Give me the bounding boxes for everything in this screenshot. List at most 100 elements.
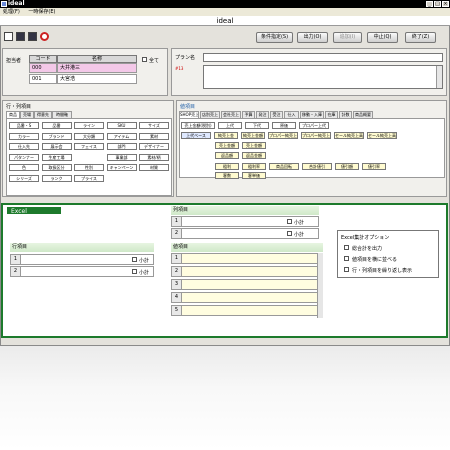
- value-item[interactable]: 上代: [218, 122, 242, 129]
- value-items-scrollbar[interactable]: [317, 253, 323, 318]
- rowcol-item[interactable]: パタンナー: [9, 153, 39, 161]
- value-item-row[interactable]: 4: [171, 292, 323, 303]
- close-icon[interactable]: ×: [442, 1, 449, 7]
- value-tab[interactable]: 在庫: [325, 111, 338, 118]
- staff-name[interactable]: 大宮浩: [57, 74, 137, 84]
- subtotal-checkbox[interactable]: [132, 269, 137, 274]
- value-item[interactable]: 返品金額: [242, 152, 266, 159]
- staff-code[interactable]: 000: [29, 63, 57, 73]
- value-item[interactable]: 純売上金額: [241, 132, 265, 139]
- staff-name[interactable]: 大井港三: [57, 63, 137, 73]
- rowcol-item[interactable]: サイズ: [139, 122, 169, 129]
- tab-store[interactable]: 売場: [20, 111, 34, 118]
- value-tab[interactable]: 発注: [256, 111, 269, 118]
- rowcol-item[interactable]: 展示会: [41, 143, 72, 150]
- value-item[interactable]: 客単価: [242, 172, 266, 179]
- subtotal-checkbox[interactable]: [287, 219, 292, 224]
- new-icon[interactable]: [4, 32, 13, 41]
- maximize-icon[interactable]: □: [434, 1, 441, 7]
- value-tab[interactable]: 商品概要: [353, 111, 373, 118]
- rowcol-item[interactable]: 仕入先: [9, 143, 39, 150]
- add-button[interactable]: 追加(I): [333, 32, 362, 43]
- cancel-button[interactable]: 中止(Q): [367, 32, 398, 43]
- value-item-row[interactable]: 1: [171, 253, 323, 264]
- row-item-row[interactable]: 1 小計: [10, 254, 154, 265]
- subtotal-checkbox[interactable]: [132, 257, 137, 262]
- value-item[interactable]: プロパー純売上高: [301, 132, 331, 139]
- rowcol-item[interactable]: 大分類: [74, 132, 104, 140]
- value-item[interactable]: 客数: [215, 172, 239, 179]
- memo-scrollbar[interactable]: [436, 66, 442, 88]
- stop-icon[interactable]: [40, 32, 49, 41]
- menu-process[interactable]: 処理(F): [3, 9, 20, 15]
- tab-customer[interactable]: 得意先: [34, 111, 52, 118]
- value-tab[interactable]: 移動・入庫: [300, 111, 324, 118]
- value-tab[interactable]: 店別売上: [200, 111, 220, 118]
- minimize-icon[interactable]: _: [426, 1, 433, 7]
- rowcol-item[interactable]: 部門: [106, 143, 137, 150]
- value-item[interactable]: 売上金額: [242, 142, 266, 149]
- value-item[interactable]: プロパー純売上高: [268, 132, 298, 139]
- rowcol-item[interactable]: フェイス: [74, 143, 104, 150]
- all-checkbox[interactable]: [142, 57, 147, 62]
- rowcol-item[interactable]: 素材: [139, 132, 169, 140]
- menu-temp-save[interactable]: 一時保存(E): [28, 9, 55, 15]
- save-icon[interactable]: [16, 32, 25, 41]
- rowcol-item[interactable]: 生産工場: [41, 153, 72, 161]
- condition-button[interactable]: 条件指定(S): [256, 32, 293, 43]
- grand-total-checkbox[interactable]: [344, 245, 349, 250]
- rowcol-item[interactable]: 材質: [139, 164, 169, 171]
- save-as-icon[interactable]: [28, 32, 37, 41]
- rowcol-item[interactable]: カラー: [9, 132, 39, 140]
- value-item[interactable]: セール純売上高: [367, 132, 397, 139]
- value-item[interactable]: 値引額: [335, 163, 359, 170]
- value-item[interactable]: 返品額: [215, 152, 239, 159]
- value-item-row[interactable]: 2: [171, 266, 323, 277]
- value-item[interactable]: 上代ベース: [181, 132, 211, 139]
- rowcol-item[interactable]: 色: [9, 164, 39, 171]
- rowcol-item[interactable]: 品番・S: [9, 122, 39, 129]
- col-item-row[interactable]: 2 小計: [171, 228, 319, 239]
- rowcol-item[interactable]: 事業部: [106, 153, 137, 161]
- value-item[interactable]: 粗利: [215, 163, 239, 170]
- exit-button[interactable]: 終了(Z): [405, 32, 436, 43]
- output-button[interactable]: 出力(O): [297, 32, 328, 43]
- row-item-row[interactable]: 2 小計: [10, 266, 154, 277]
- value-item[interactable]: 粗利率: [242, 163, 266, 170]
- repeat-items-checkbox[interactable]: [344, 267, 349, 272]
- value-tab[interactable]: SHOP売上: [179, 111, 199, 118]
- rowcol-item[interactable]: SKU: [106, 122, 137, 129]
- rowcol-item[interactable]: ブランド: [41, 132, 72, 140]
- rowcol-item[interactable]: デザイナー: [139, 143, 169, 150]
- subtotal-checkbox[interactable]: [287, 231, 292, 236]
- rowcol-item[interactable]: ライン: [74, 122, 104, 129]
- rowcol-item[interactable]: アイテム: [106, 132, 137, 140]
- plan-memo-input[interactable]: [203, 65, 443, 89]
- tab-product[interactable]: 商品: [6, 111, 20, 118]
- tab-timeline[interactable]: 時間軸: [52, 111, 72, 118]
- value-item[interactable]: 値引率: [362, 163, 386, 170]
- plan-name-input[interactable]: [203, 53, 443, 62]
- col-item-row[interactable]: 1 小計: [171, 216, 319, 227]
- value-item-row[interactable]: 5: [171, 305, 323, 316]
- rowcol-item[interactable]: 性別: [74, 164, 104, 171]
- values-horizontal-checkbox[interactable]: [344, 256, 349, 261]
- value-item[interactable]: 商品回転: [269, 163, 299, 170]
- value-item[interactable]: 売上金額(税別): [181, 122, 215, 129]
- value-item[interactable]: 合計値引: [302, 163, 332, 170]
- rowcol-item[interactable]: キャンペーン: [106, 164, 137, 171]
- rowcol-item[interactable]: シリーズ: [9, 174, 39, 182]
- value-item[interactable]: セール純売上高: [334, 132, 364, 139]
- value-tab[interactable]: 仕入: [284, 111, 299, 118]
- value-item[interactable]: 原価: [272, 122, 296, 129]
- rowcol-item[interactable]: 取扱区分: [41, 164, 72, 171]
- value-item[interactable]: プロパー上代: [299, 122, 329, 129]
- rowcol-item[interactable]: 品番: [41, 122, 72, 129]
- rowcol-item[interactable]: プライス: [74, 174, 104, 182]
- value-item-row[interactable]: 3: [171, 279, 323, 290]
- value-item[interactable]: 売上金額: [215, 142, 239, 149]
- value-tab[interactable]: 計数: [339, 111, 352, 118]
- rowcol-item[interactable]: 素材/柄: [139, 153, 169, 161]
- staff-code[interactable]: 001: [29, 74, 57, 84]
- rowcol-item[interactable]: ランク: [41, 174, 72, 182]
